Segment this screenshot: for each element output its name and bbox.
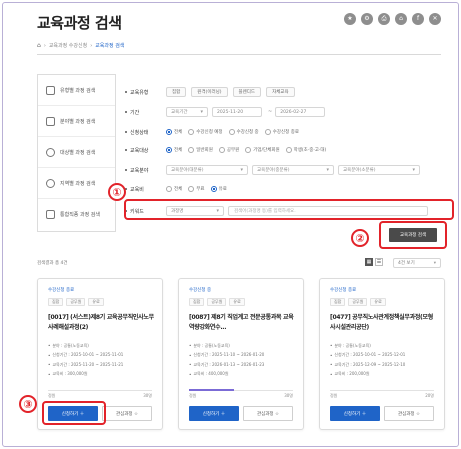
annotation-box-apply-button — [42, 401, 106, 425]
course-title[interactable]: [0477] 공무직노사관계정책실무과정(모형사시설관리공단) — [330, 313, 438, 333]
field-major-select[interactable]: 교육분야(대분류) — [166, 165, 248, 175]
radio-target-general[interactable]: 일반회원 — [188, 147, 213, 153]
course-info: 분야 : 공통(노동교육) 신청기간 : 2025-11-10 ~ 2026-0… — [189, 341, 264, 379]
home-share-icon[interactable]: ⌂ — [395, 13, 407, 25]
course-title[interactable]: [0017] (서스트)제8기 교육공무직인사노무사례해설과정(2) — [48, 313, 156, 333]
capacity-track — [48, 390, 152, 391]
list-view-icon[interactable]: ☰ — [375, 258, 383, 266]
menu-item-type-search[interactable]: 유형별 과정 검색 — [38, 75, 115, 106]
radio-apply-open[interactable]: 수강신청 중 — [228, 129, 259, 135]
per-page-select[interactable]: 4건 보기 — [393, 258, 441, 268]
close-share-icon[interactable]: ✕ — [429, 13, 441, 25]
period-type-select[interactable]: 교육기간 — [166, 107, 208, 117]
result-count: 검색결과 총 4건 — [37, 261, 68, 266]
radio-cost-all[interactable]: 전체 — [166, 186, 182, 192]
radio-cost-paid[interactable]: 유료 — [210, 186, 227, 192]
course-info: 분야 : 공통(노동교육) 신청기간 : 2025-10-01 ~ 2025-1… — [330, 341, 405, 379]
menu-item-region-search[interactable]: 지역별 과정 검색 — [38, 168, 115, 199]
capacity-track — [330, 390, 434, 391]
favorite-course-button[interactable]: 관심과정 ☆ — [243, 406, 293, 421]
apply-button[interactable]: 신청하기 ＋ — [189, 406, 239, 421]
chip-edu-type-internal[interactable]: 자체교육 — [266, 87, 295, 97]
breadcrumb-item[interactable]: 교육과정 수강신청 — [49, 42, 87, 49]
chip-edu-type-offline[interactable]: 집합 — [166, 87, 187, 97]
period-start-date[interactable]: 2025-11-20 — [212, 107, 262, 117]
radio-apply-all[interactable]: 전체 — [166, 129, 182, 135]
field-middle-select[interactable]: 교육분야(중분류) — [252, 165, 334, 175]
menu-item-occupation-search[interactable]: 통합직종 과정 검색 — [38, 199, 115, 230]
radio-apply-upcoming[interactable]: 수강신청 예정 — [188, 129, 223, 135]
course-info: 분야 : 공통(노동교육) 신청기간 : 2025-10-01 ~ 2025-1… — [48, 341, 123, 379]
menu-item-field-search[interactable]: 분야별 과정 검색 — [38, 106, 115, 137]
field-minor-select[interactable]: 교육분야(소분류) — [338, 165, 420, 175]
filter-row-edu-target: 교육대상 전체 일반회원 공무원 기업/단체회원 학생(초·중·고·대) — [120, 144, 332, 156]
breadcrumb-item-current: 교육과정 검색 — [95, 43, 125, 49]
view-toggle: ▦ ☰ — [365, 258, 383, 266]
globe-icon — [46, 178, 55, 188]
favorite-course-button[interactable]: 관심과정 ☆ — [102, 406, 152, 421]
result-toolbar: 검색결과 총 4건 ▦ ☰ 4건 보기 — [37, 258, 441, 268]
course-tags: 집합 공무원 유료 — [189, 298, 245, 306]
favorite-icon[interactable]: ★ — [344, 13, 356, 25]
capacity-progress — [189, 389, 234, 391]
grid-view-icon[interactable]: ▦ — [365, 258, 373, 266]
search-button[interactable]: 교육과정 검색 — [389, 228, 437, 242]
chip-edu-type-online[interactable]: 원격(이러닝) — [191, 87, 228, 97]
search-type-menu: 유형별 과정 검색 분야별 과정 검색 대상별 과정 검색 지역별 과정 검색 … — [37, 74, 116, 232]
print-icon[interactable]: ⎙ — [378, 13, 390, 25]
radio-target-student[interactable]: 학생(초·중·고·대) — [285, 147, 326, 153]
filter-row-edu-cost: 교육비 전체 무료 유료 — [120, 183, 233, 195]
radio-cost-free[interactable]: 무료 — [188, 186, 205, 192]
course-tags: 집합 공무원 유료 — [330, 298, 386, 306]
calendar-icon — [46, 85, 55, 95]
settings-icon[interactable]: ⚙ — [361, 13, 373, 25]
breadcrumb: ⌂ › 교육과정 수강신청 › 교육과정 검색 — [37, 42, 125, 49]
facebook-icon[interactable]: f — [412, 13, 424, 25]
document-icon — [46, 210, 55, 219]
favorite-course-button[interactable]: 관심과정 ☆ — [384, 406, 434, 421]
filter-row-apply-status: 신청상태 전체 수강신청 예정 수강신청 중 수강신청 종료 — [120, 126, 305, 138]
annotation-badge-3: ③ — [19, 395, 37, 413]
apply-button[interactable]: 신청하기 ＋ — [330, 406, 380, 421]
course-status: 수강신청 중 — [189, 288, 212, 293]
course-status: 수강신청 종료 — [48, 288, 75, 293]
radio-apply-closed[interactable]: 수강신청 종료 — [264, 129, 299, 135]
course-card: 수강신청 종료 집합 공무원 유료 [0477] 공무직노사관계정책실무과정(모… — [319, 278, 445, 430]
page-title: 교육과정 검색 — [37, 14, 122, 32]
filter-row-edu-type: 교육유형 집합 원격(이러닝) 블렌디드 자체교육 — [120, 86, 300, 98]
people-icon — [46, 147, 55, 157]
filter-row-edu-field: 교육분야 교육분야(대분류) 교육분야(중분류) 교육분야(소분류) — [120, 164, 424, 176]
filter-row-period: 기간 교육기간 2025-11-20 ~ 2026-02-27 — [120, 106, 328, 118]
course-title[interactable]: [0087] 제8기 직업계고 전문공통과목 교육역량강화연수... — [189, 313, 297, 333]
annotation-badge-1: ① — [108, 183, 126, 201]
course-card: 수강신청 중 집합 공무원 유료 [0087] 제8기 직업계고 전문공통과목 … — [178, 278, 304, 430]
annotation-badge-2: ② — [351, 229, 369, 247]
menu-item-target-search[interactable]: 대상별 과정 검색 — [38, 137, 115, 168]
home-icon[interactable]: ⌂ — [37, 42, 41, 49]
radio-target-all[interactable]: 전체 — [166, 147, 182, 153]
share-toolbar: ★ ⚙ ⎙ ⌂ f ✕ — [344, 13, 441, 25]
radio-target-corporate[interactable]: 기업/단체회원 — [245, 147, 280, 153]
course-status: 수강신청 종료 — [330, 288, 357, 293]
title-divider — [37, 54, 441, 55]
chip-edu-type-blended[interactable]: 블렌디드 — [232, 87, 262, 97]
period-end-date[interactable]: 2026-02-27 — [275, 107, 326, 117]
annotation-box-keyword — [124, 199, 454, 220]
course-tags: 집합 공무원 유료 — [48, 298, 104, 306]
radio-target-public-official[interactable]: 공무원 — [218, 147, 239, 153]
book-icon — [46, 116, 55, 126]
